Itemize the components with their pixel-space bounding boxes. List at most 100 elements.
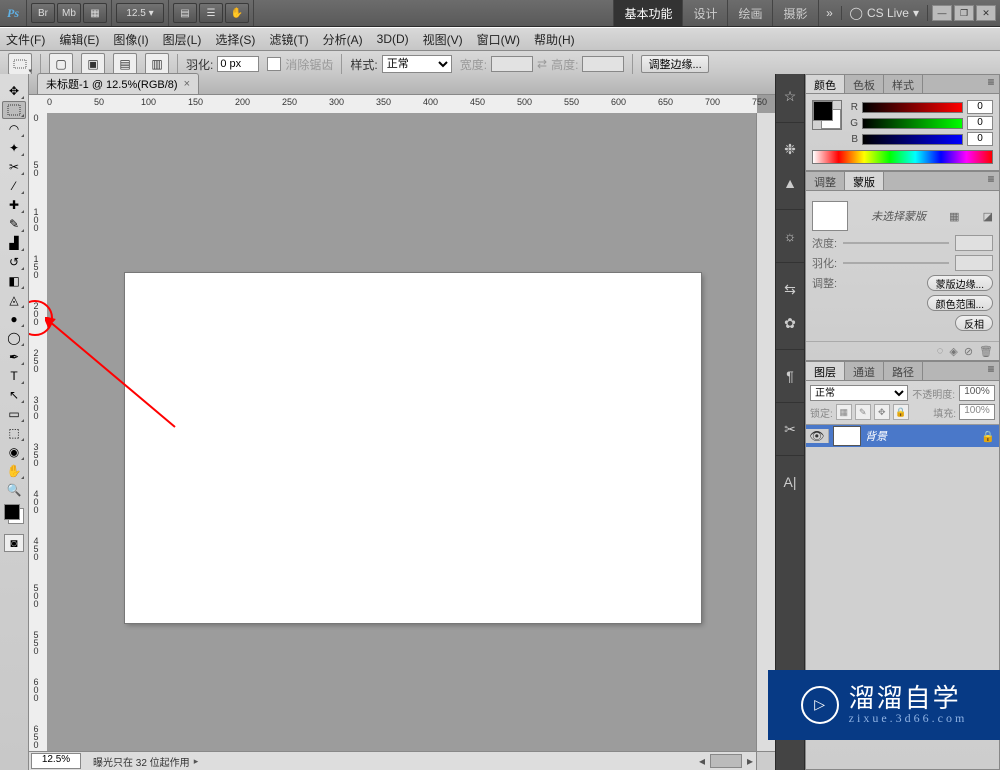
load-selection-icon[interactable]: ◌	[937, 345, 944, 357]
lock-all-icon[interactable]: 🔒	[893, 404, 909, 420]
lock-pos-icon[interactable]: ✥	[874, 404, 890, 420]
opacity-value[interactable]: 100%	[959, 385, 995, 401]
rect-marquee-tool[interactable]	[2, 101, 26, 119]
type-tool[interactable]: T	[3, 367, 25, 385]
menu-analysis[interactable]: 分析(A)	[323, 31, 363, 48]
scrollbar-horizontal[interactable]: 12.5% 曝光只在 32 位起作用 ▸ ◂ ▸	[29, 751, 757, 770]
lock-pixels-icon[interactable]: ✎	[855, 404, 871, 420]
dodge-tool[interactable]: ◯	[3, 329, 25, 347]
visibility-toggle[interactable]: 👁	[806, 429, 829, 443]
tab-paths[interactable]: 路径	[884, 362, 923, 380]
arrange-button[interactable]: ☰	[199, 3, 223, 23]
g-slider[interactable]	[862, 118, 963, 129]
tab-adjust[interactable]: 调整	[806, 172, 845, 190]
blend-mode-select[interactable]: 正常	[810, 385, 908, 401]
b-slider[interactable]	[862, 134, 963, 145]
menu-select[interactable]: 选择(S)	[215, 31, 255, 48]
tab-styles[interactable]: 样式	[884, 75, 923, 93]
swatches-icon[interactable]: ⇆	[780, 279, 800, 299]
lock-trans-icon[interactable]: ▦	[836, 404, 852, 420]
tab-swatches[interactable]: 色板	[845, 75, 884, 93]
selection-mode-new[interactable]: ▢	[49, 53, 73, 75]
max-button[interactable]: ❐	[954, 5, 974, 21]
menu-help[interactable]: 帮助(H)	[534, 31, 575, 48]
selection-mode-add[interactable]: ▣	[81, 53, 105, 75]
mask-edge-button[interactable]: 蒙版边缘...	[927, 275, 993, 291]
zoom-percent-field[interactable]: 12.5%	[31, 753, 81, 769]
vector-mask-icon[interactable]: ◪	[983, 210, 993, 223]
disable-mask-icon[interactable]: ⊘	[964, 345, 973, 358]
brush-icon[interactable]: ☼	[780, 226, 800, 246]
scrollbar-vertical[interactable]	[756, 113, 775, 752]
shape-tool[interactable]: ▭	[3, 405, 25, 423]
clone-src-icon[interactable]: ▲	[780, 173, 800, 193]
invert-button[interactable]: 反相	[955, 315, 993, 331]
tool-presets-icon[interactable]: ✂	[780, 419, 800, 439]
g-value[interactable]: 0	[967, 116, 993, 130]
panel-menu-icon[interactable]: ≡	[983, 172, 999, 190]
status-info-chevron[interactable]: ▸	[194, 756, 199, 767]
tab-layers[interactable]: 图层	[806, 362, 845, 380]
eraser-tool[interactable]: ◧	[3, 272, 25, 290]
menu-edit[interactable]: 编辑(E)	[59, 31, 99, 48]
path-select-tool[interactable]: ↖	[3, 386, 25, 404]
tool-preset-picker[interactable]: ▾	[8, 53, 32, 75]
workspace-painting[interactable]: 绘画	[727, 0, 772, 26]
menu-window[interactable]: 窗口(W)	[477, 31, 520, 48]
view-extras-button[interactable]: ▤	[173, 3, 197, 23]
color-swatches[interactable]	[812, 100, 842, 130]
fg-bg-color[interactable]	[4, 504, 24, 524]
3d-camera-tool[interactable]: ◉	[3, 443, 25, 461]
document-canvas[interactable]	[125, 273, 701, 623]
mini-bridge-button[interactable]: Br	[31, 3, 55, 23]
menu-filter[interactable]: 滤镜(T)	[269, 31, 308, 48]
screenlayout-button[interactable]: ▦	[83, 3, 107, 23]
tab-mask[interactable]: 蒙版	[845, 172, 884, 190]
min-button[interactable]: —	[932, 5, 952, 21]
workspace-design[interactable]: 设计	[682, 0, 727, 26]
doc-tab-close-icon[interactable]: ×	[184, 78, 190, 90]
pixel-mask-icon[interactable]: ▦	[949, 210, 959, 223]
3d-object-tool[interactable]: ⬚	[3, 424, 25, 442]
menu-view[interactable]: 视图(V)	[423, 31, 463, 48]
refine-edge-button[interactable]: 调整边缘...	[641, 55, 708, 73]
layer-thumbnail[interactable]	[833, 426, 861, 446]
feather-input[interactable]	[217, 56, 259, 72]
menu-file[interactable]: 文件(F)	[6, 31, 45, 48]
doc-tab[interactable]: 未标题-1 @ 12.5%(RGB/8) ×	[37, 73, 199, 94]
pen-tool[interactable]: ✒	[3, 348, 25, 366]
style-select[interactable]: 正常	[382, 55, 452, 73]
apply-mask-icon[interactable]: ◈	[949, 345, 957, 358]
fg-color-swatch[interactable]	[4, 504, 20, 520]
layer-name[interactable]: 背景	[865, 428, 981, 444]
paragraph-icon[interactable]: ¶	[780, 366, 800, 386]
selection-mode-sub[interactable]: ▤	[113, 53, 137, 75]
workspace-photo[interactable]: 摄影	[772, 0, 817, 26]
hand-tool[interactable]: ✋	[3, 462, 25, 480]
color-ramp[interactable]	[812, 150, 993, 164]
menu-image[interactable]: 图像(I)	[113, 31, 148, 48]
mb-button[interactable]: Mb	[57, 3, 81, 23]
tab-color[interactable]: 颜色	[806, 75, 845, 93]
blur-tool[interactable]: ●	[3, 310, 25, 328]
screen-mode-button[interactable]: ✋	[225, 3, 249, 23]
close-button[interactable]: ✕	[976, 5, 996, 21]
zoom-readout[interactable]: 12.5 ▾	[116, 3, 164, 23]
styles-icon[interactable]: ✿	[780, 313, 800, 333]
workspace-essentials[interactable]: 基本功能	[613, 0, 682, 26]
color-range-button[interactable]: 颜色范围...	[927, 295, 993, 311]
lasso-tool[interactable]: ◠	[3, 120, 25, 138]
layer-item[interactable]: 👁 背景 🔒	[806, 425, 999, 447]
move-tool[interactable]: ✥	[3, 82, 25, 100]
menu-layer[interactable]: 图层(L)	[163, 31, 202, 48]
tab-channels[interactable]: 通道	[845, 362, 884, 380]
paint-bucket-tool[interactable]: ◬	[3, 291, 25, 309]
panel-menu-icon[interactable]: ≡	[983, 362, 999, 380]
menu-3d[interactable]: 3D(D)	[377, 32, 409, 46]
panel-menu-icon[interactable]: ≡	[983, 75, 999, 93]
history-icon[interactable]: ☆	[780, 86, 800, 106]
quick-mask-button[interactable]: ◙	[4, 534, 24, 552]
selection-mode-int[interactable]: ▥	[145, 53, 169, 75]
r-slider[interactable]	[862, 102, 963, 113]
r-value[interactable]: 0	[967, 100, 993, 114]
